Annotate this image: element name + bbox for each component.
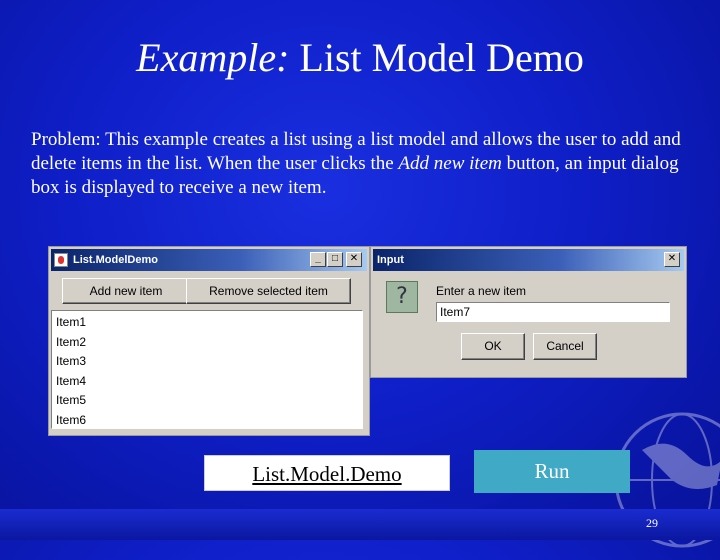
cancel-button[interactable]: Cancel — [533, 333, 597, 360]
window-titlebar[interactable]: List.ModelDemo _ □ ✕ — [51, 249, 367, 271]
list-item[interactable]: Item5 — [56, 391, 362, 411]
slide-title: Example: List Model Demo — [0, 34, 720, 82]
problem-italic: Add new item — [398, 153, 502, 174]
close-icon[interactable]: ✕ — [346, 252, 362, 267]
list-item[interactable]: Item4 — [56, 372, 362, 392]
list-item[interactable]: Item3 — [56, 352, 362, 372]
dialog-close-icon[interactable]: ✕ — [664, 252, 680, 267]
minimize-icon[interactable]: _ — [310, 252, 326, 267]
problem-text: Problem: This example creates a list usi… — [31, 128, 701, 200]
footer-bar — [0, 509, 720, 540]
item-list[interactable]: Item1 Item2 Item3 Item4 Item5 Item6 — [51, 310, 363, 429]
question-icon: ? — [386, 281, 418, 313]
page-number: 29 — [646, 516, 658, 530]
list-item[interactable]: Item6 — [56, 411, 362, 431]
title-italic: Example: — [136, 35, 290, 80]
launch-link[interactable]: List.Model.Demo — [204, 455, 450, 491]
java-app-icon — [54, 253, 68, 267]
dialog-title: Input — [377, 254, 404, 266]
new-item-input[interactable]: Item7 — [436, 302, 670, 322]
dialog-titlebar[interactable]: Input ✕ — [373, 249, 684, 271]
title-main: List Model Demo — [289, 35, 584, 80]
add-new-item-button[interactable]: Add new item — [62, 278, 190, 304]
list-item[interactable]: Item2 — [56, 333, 362, 353]
maximize-icon[interactable]: □ — [327, 252, 343, 267]
item-list-items: Item1 Item2 Item3 Item4 Item5 Item6 — [52, 311, 362, 430]
dialog-prompt: Enter a new item — [436, 284, 527, 298]
ok-button[interactable]: OK — [461, 333, 525, 360]
run-button[interactable]: Run — [474, 450, 630, 493]
list-item[interactable]: Item1 — [56, 313, 362, 333]
remove-selected-item-button[interactable]: Remove selected item — [186, 278, 351, 304]
list-model-demo-window: List.ModelDemo _ □ ✕ Add new item Remove… — [48, 246, 370, 436]
window-title: List.ModelDemo — [73, 254, 158, 266]
